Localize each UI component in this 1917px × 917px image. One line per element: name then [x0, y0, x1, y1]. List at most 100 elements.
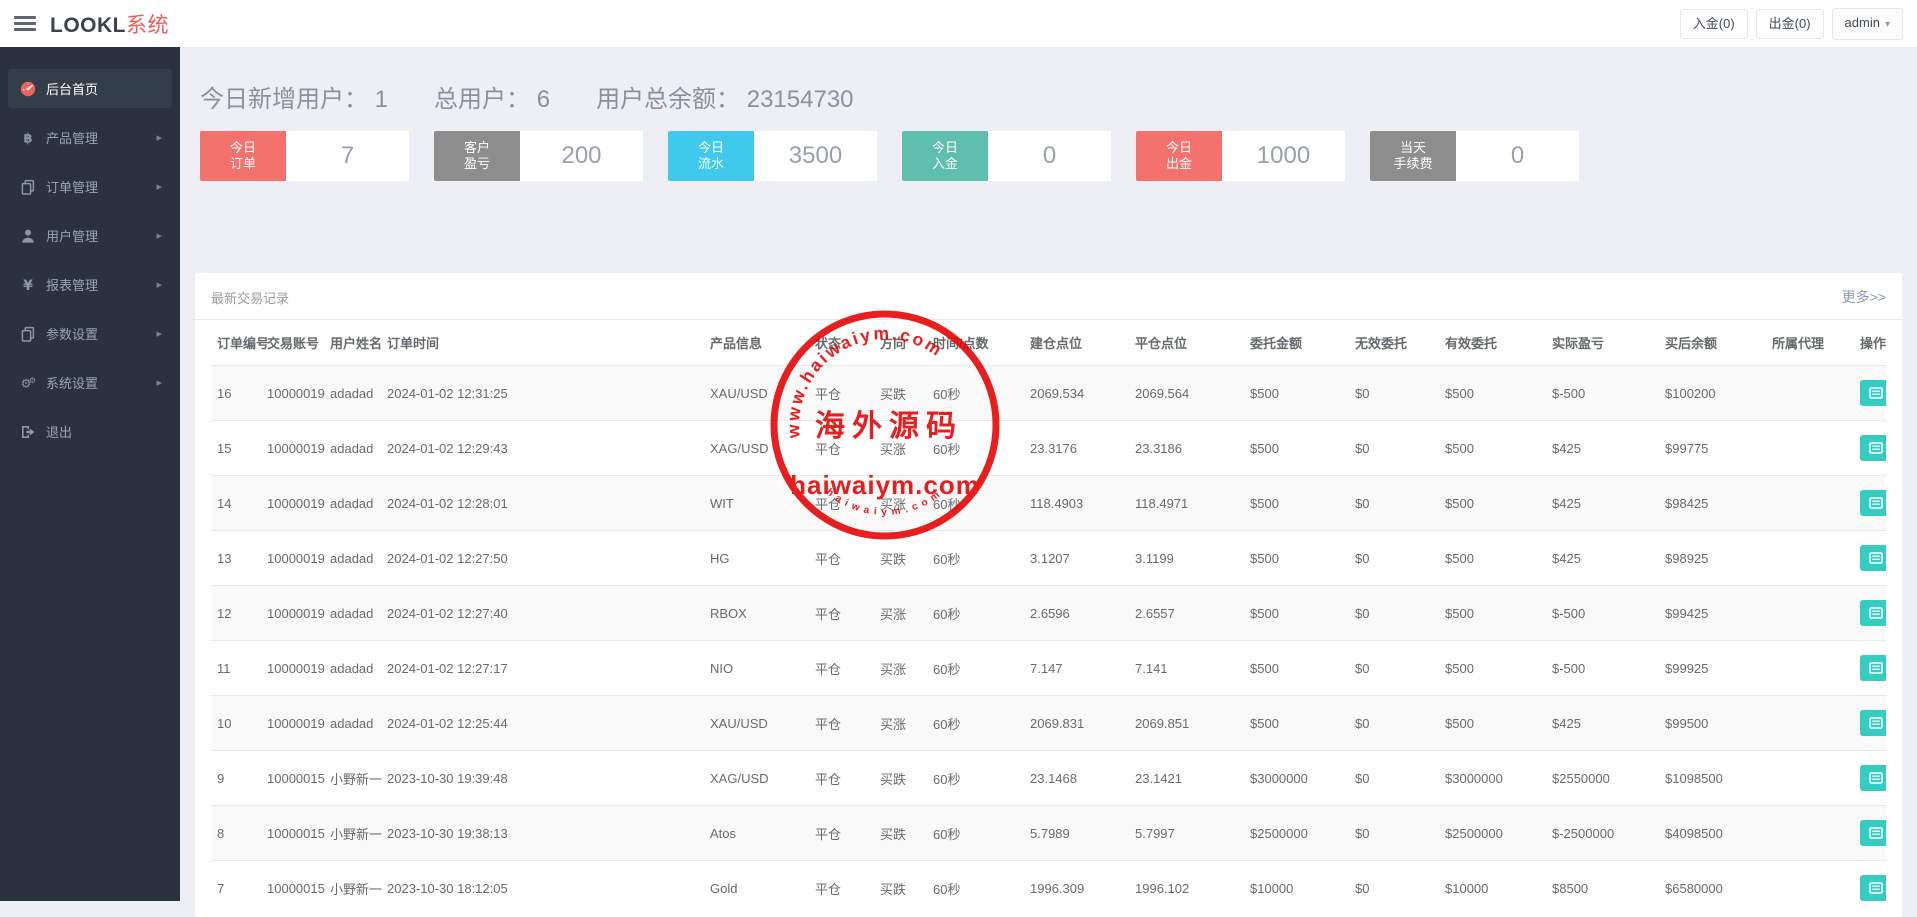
column-header: 建仓点位 — [1030, 320, 1135, 366]
cell-account: 10000019 — [267, 421, 330, 476]
summary-new-users: 今日新增用户： 1 — [200, 79, 388, 114]
row-detail-button[interactable] — [1860, 655, 1886, 681]
column-header: 用户姓名 — [330, 320, 387, 366]
column-header: 交易账号 — [267, 320, 330, 366]
column-header: 买后余额 — [1665, 320, 1772, 366]
form-icon — [1868, 550, 1884, 566]
cell-product: NIO — [710, 641, 815, 696]
cell-action — [1860, 806, 1886, 861]
cell-duration: 60秒 — [933, 751, 1030, 806]
cell-profit: $-500 — [1552, 366, 1665, 421]
sidebar-item-label: 订单管理 — [46, 177, 98, 196]
row-detail-button[interactable] — [1860, 875, 1886, 901]
cell-valid-amount: $3000000 — [1445, 751, 1552, 806]
cell-balance: $99500 — [1665, 696, 1772, 751]
deposit-button[interactable]: 入金(0) — [1680, 9, 1748, 39]
row-detail-button[interactable] — [1860, 710, 1886, 736]
cell-open-price: 23.1468 — [1030, 751, 1135, 806]
cell-status: 平仓 — [815, 861, 880, 916]
latest-trades-card: 最新交易记录 更多>> 订单编号交易账号用户姓名订单时间产品信息状态方向时间/点… — [195, 273, 1902, 917]
user-menu-dropdown[interactable]: admin▾ — [1832, 8, 1903, 40]
row-detail-button[interactable] — [1860, 765, 1886, 791]
cell-profit: $425 — [1552, 696, 1665, 751]
cell-order-id: 14 — [211, 476, 267, 531]
summary-total-users-value: 6 — [537, 86, 550, 113]
row-detail-button[interactable] — [1860, 380, 1886, 406]
column-header: 所属代理 — [1772, 320, 1860, 366]
cell-agent — [1772, 531, 1860, 586]
cell-valid-amount: $500 — [1445, 476, 1552, 531]
chevron-right-icon: ▸ — [156, 278, 162, 291]
sidebar-item-system[interactable]: 系统设置 ▸ — [8, 363, 172, 402]
cell-direction: 买跌 — [880, 806, 933, 861]
sidebar-item-params[interactable]: 参数设置 ▸ — [8, 314, 172, 353]
cell-close-price: 2069.851 — [1135, 696, 1250, 751]
cell-account: 10000019 — [267, 366, 330, 421]
topbar-actions: 入金(0) 出金(0) admin▾ — [1680, 8, 1903, 40]
row-detail-button[interactable] — [1860, 600, 1886, 626]
cell-close-price: 2.6557 — [1135, 586, 1250, 641]
trade-row: 710000015小野新一2023-10-30 18:12:05Gold平仓买跌… — [211, 861, 1886, 916]
sidebar-item-label: 后台首页 — [46, 79, 98, 98]
cell-direction: 买跌 — [880, 531, 933, 586]
sidebar-item-logout[interactable]: 退出 ▸ — [8, 412, 172, 451]
sidebar-menu: 后台首页 ▸ 产品管理 ▸ 订单管理 ▸ 用户管理 ▸ 报表管理 ▸ 参数设置 … — [0, 69, 180, 451]
cell-amount: $3000000 — [1250, 751, 1355, 806]
column-header: 操作 — [1860, 320, 1886, 366]
cell-product: XAU/USD — [710, 366, 815, 421]
row-detail-button[interactable] — [1860, 545, 1886, 571]
sidebar-item-home[interactable]: 后台首页 ▸ — [8, 69, 172, 108]
cell-direction: 买涨 — [880, 586, 933, 641]
hamburger-menu-icon[interactable] — [14, 13, 36, 34]
cell-account: 10000019 — [267, 696, 330, 751]
files-icon — [20, 179, 36, 195]
cell-open-price: 5.7989 — [1030, 806, 1135, 861]
sidebar-item-reports[interactable]: 报表管理 ▸ — [8, 265, 172, 304]
cell-balance: $6580000 — [1665, 861, 1772, 916]
cell-profit: $8500 — [1552, 861, 1665, 916]
sidebar-item-label: 参数设置 — [46, 324, 98, 343]
cell-open-price: 1996.309 — [1030, 861, 1135, 916]
cell-agent — [1772, 586, 1860, 641]
stat-card: 今日流水 3500 — [668, 131, 877, 181]
cell-invalid-amount: $0 — [1355, 366, 1445, 421]
column-header: 方向 — [880, 320, 933, 366]
cell-invalid-amount: $0 — [1355, 476, 1445, 531]
signout-icon — [20, 424, 36, 440]
row-detail-button[interactable] — [1860, 490, 1886, 516]
trade-row: 1610000019adadad2024-01-02 12:31:25XAU/U… — [211, 366, 1886, 421]
cell-product: HG — [710, 531, 815, 586]
cell-order-id: 12 — [211, 586, 267, 641]
column-header: 产品信息 — [710, 320, 815, 366]
user-icon — [20, 228, 36, 244]
cell-balance: $99775 — [1665, 421, 1772, 476]
cell-close-price: 5.7997 — [1135, 806, 1250, 861]
sidebar-item-products[interactable]: 产品管理 ▸ — [8, 118, 172, 157]
cell-close-price: 23.3186 — [1135, 421, 1250, 476]
cell-user-name: adadad — [330, 366, 387, 421]
column-header: 有效委托 — [1445, 320, 1552, 366]
withdraw-button[interactable]: 出金(0) — [1756, 9, 1824, 39]
cell-invalid-amount: $0 — [1355, 531, 1445, 586]
cell-order-id: 16 — [211, 366, 267, 421]
cell-amount: $2500000 — [1250, 806, 1355, 861]
cell-duration: 60秒 — [933, 806, 1030, 861]
cell-product: RBOX — [710, 586, 815, 641]
cell-user-name: 小野新一 — [330, 861, 387, 916]
cell-order-time: 2024-01-02 12:28:01 — [387, 476, 710, 531]
cell-close-price: 23.1421 — [1135, 751, 1250, 806]
row-detail-button[interactable] — [1860, 435, 1886, 461]
cell-balance: $100200 — [1665, 366, 1772, 421]
cell-amount: $500 — [1250, 531, 1355, 586]
more-link[interactable]: 更多>> — [1842, 287, 1886, 307]
sidebar-item-orders[interactable]: 订单管理 ▸ — [8, 167, 172, 206]
cell-product: Atos — [710, 806, 815, 861]
row-detail-button[interactable] — [1860, 820, 1886, 846]
cell-status: 平仓 — [815, 751, 880, 806]
gears-icon — [20, 375, 36, 391]
stat-card-label: 今日流水 — [668, 131, 754, 181]
cell-direction: 买跌 — [880, 366, 933, 421]
sidebar-item-users[interactable]: 用户管理 ▸ — [8, 216, 172, 255]
trade-row: 1310000019adadad2024-01-02 12:27:50HG平仓买… — [211, 531, 1886, 586]
stat-card: 今日出金 1000 — [1136, 131, 1345, 181]
